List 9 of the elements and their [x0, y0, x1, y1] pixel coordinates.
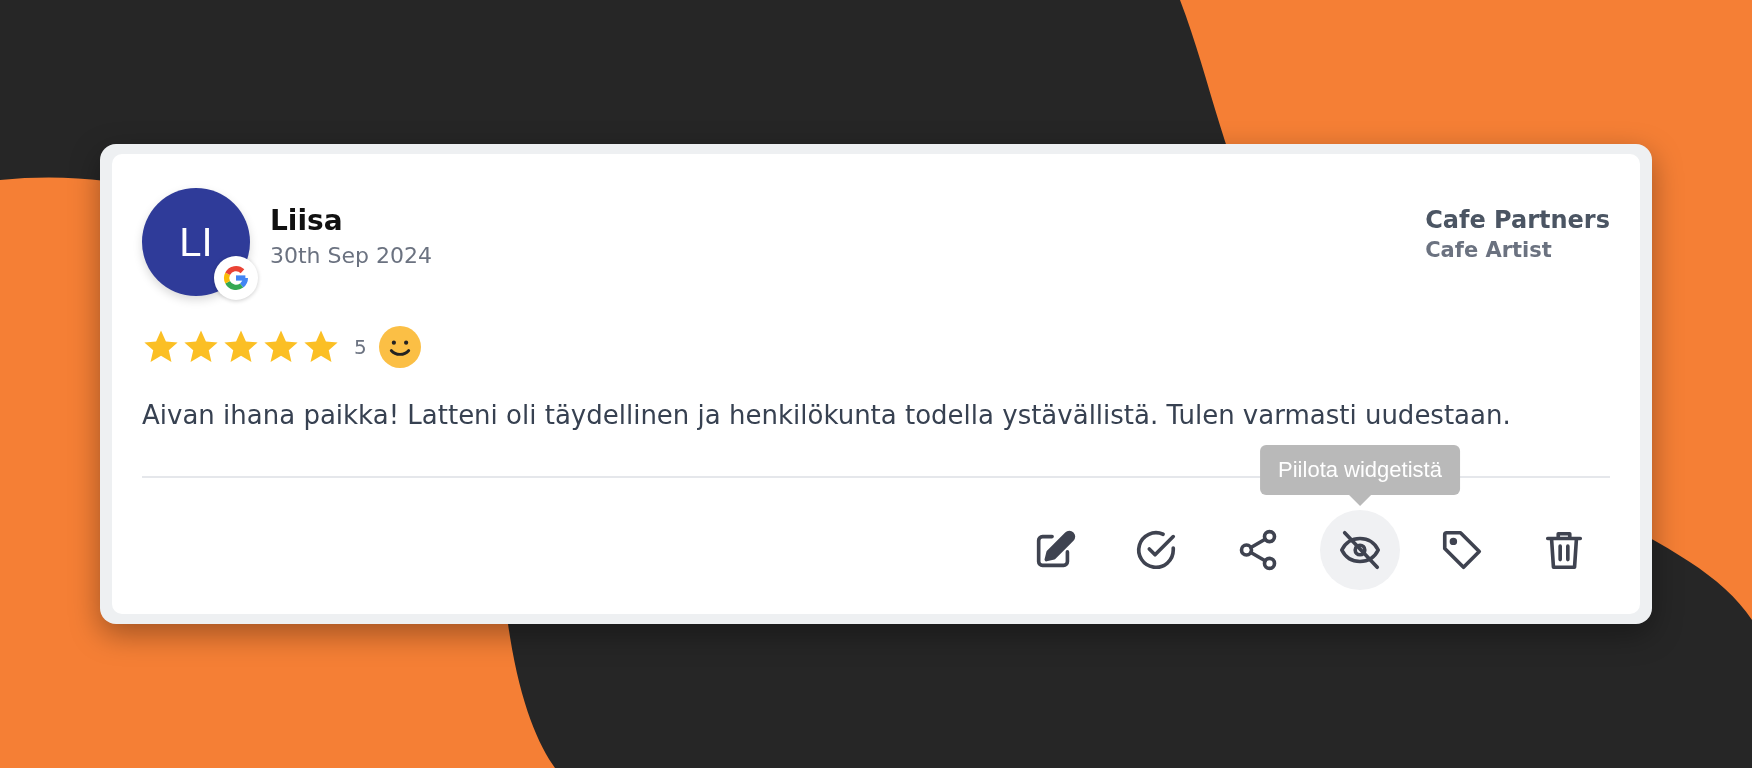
- location-name: Cafe Artist: [1425, 238, 1552, 262]
- company-name: Cafe Partners: [1425, 206, 1610, 234]
- google-g-icon: [214, 256, 258, 300]
- review-date: 30th Sep 2024: [270, 243, 432, 268]
- smiley-icon: [378, 326, 421, 368]
- rating-value: 5: [354, 335, 367, 359]
- tooltip: Piilota widgetistä: [1260, 445, 1460, 506]
- reviewer-name: Liisa: [270, 204, 344, 237]
- review-text: Aivan ihana paikka! Latteni oli täydellinen ja henkilökunta todella ystävällistä. Tulen varmasti uudestaan.: [142, 399, 1512, 432]
